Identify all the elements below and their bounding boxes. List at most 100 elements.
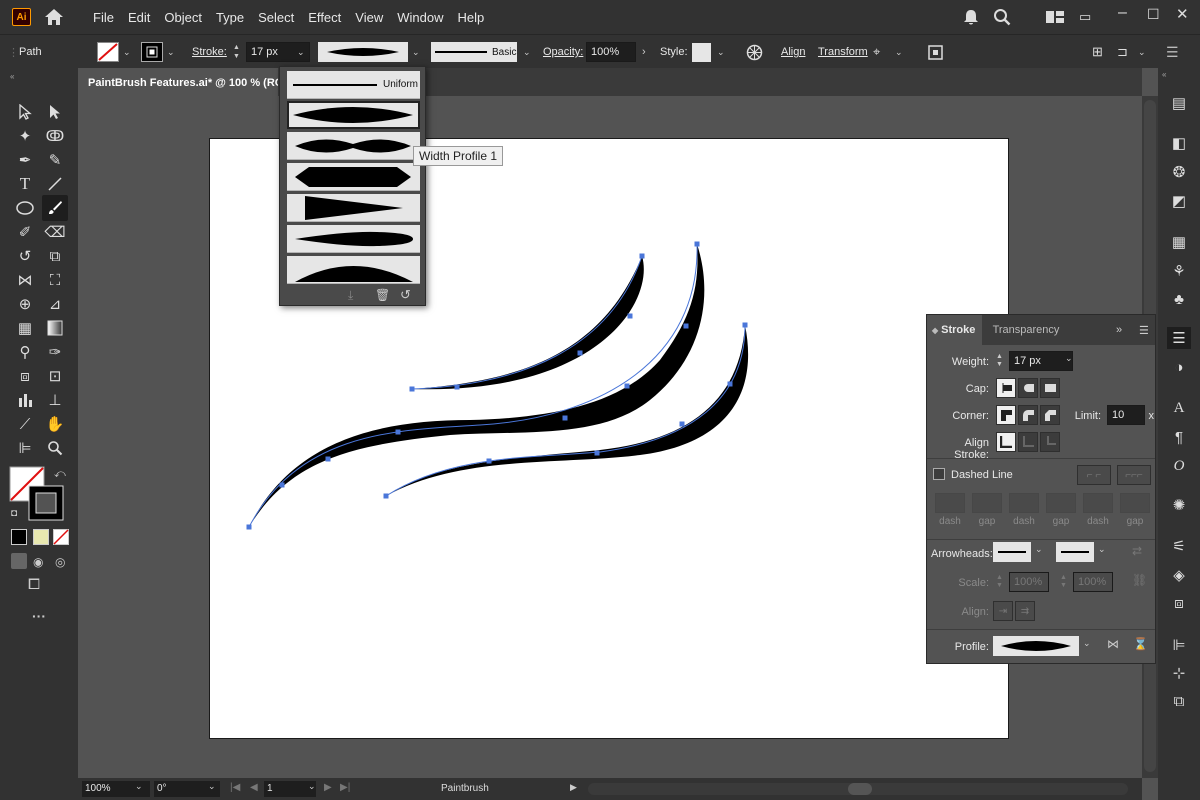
menu-file[interactable]: File [86,10,121,25]
gap-field-2[interactable] [1046,493,1076,513]
stroke-panel-icon[interactable]: ☰ [1167,327,1191,349]
stroke-weight-chevron-icon[interactable]: ⌄ [297,35,305,69]
libraries-panel-icon[interactable]: ▦ [1167,231,1191,253]
align-options-icon[interactable]: ⊞ [1092,35,1103,69]
profile-width-3[interactable] [287,163,420,191]
tab-stroke[interactable]: ◆ Stroke [927,315,982,345]
paintbrush-tool-icon[interactable] [42,195,68,221]
horizontal-scrollbar[interactable] [588,783,1128,795]
paragraph-panel-icon[interactable]: ¶ [1167,426,1191,448]
swatches-panel-icon[interactable]: ◧ [1167,132,1191,154]
butt-cap-icon[interactable] [996,378,1016,398]
type-tool-icon[interactable]: T [14,173,36,195]
last-artboard-icon[interactable]: ▶| [340,782,350,793]
home-icon[interactable] [44,8,64,26]
horizontal-scroll-thumb[interactable] [848,783,872,795]
distribute-icon[interactable]: ⊐ [1117,35,1128,69]
artboard-tool-icon[interactable]: ⊥ [44,389,66,411]
direct-selection-tool-icon[interactable] [44,101,66,123]
dashed-line-checkbox[interactable] [933,468,945,480]
menu-select[interactable]: Select [251,10,301,25]
menu-view[interactable]: View [348,10,390,25]
expand-dock-icon[interactable]: « [1162,70,1166,79]
reset-profiles-icon[interactable]: ↺ [400,287,411,303]
menu-effect[interactable]: Effect [301,10,348,25]
menu-help[interactable]: Help [450,10,491,25]
link-scale-icon[interactable]: ⛓ [1132,573,1147,587]
magic-wand-tool-icon[interactable]: ✦ [14,125,36,147]
miter-join-icon[interactable] [996,405,1016,425]
recolor-artwork-icon[interactable] [746,44,763,61]
bevel-join-icon[interactable] [1040,405,1060,425]
variable-width-profile-dropdown[interactable] [318,42,408,62]
profile-chevron-icon[interactable]: ⌄ [1083,638,1091,649]
scale-tool-icon[interactable]: ⧉ [44,245,66,267]
properties-panel-icon[interactable]: ▤ [1167,92,1191,114]
end-scale-field[interactable]: 100% [1073,572,1113,592]
stroke-dropdown-chevron-icon[interactable]: ⌄ [167,35,175,69]
curvature-tool-icon[interactable]: ✎ [44,149,66,171]
graphic-style-swatch[interactable] [692,42,711,62]
brush-stroke-1[interactable] [412,256,644,390]
stroke-color-icon[interactable] [28,485,64,521]
align-dash-corners-icon[interactable]: ⌐⌐⌐ [1117,465,1151,485]
flip-across-icon[interactable]: ⌛ [1133,637,1148,651]
edit-toolbar-icon[interactable]: ··· [32,608,46,624]
first-artboard-icon[interactable]: |◀ [230,782,240,793]
dash-field-1[interactable] [935,493,965,513]
end-arrowhead-chevron-icon[interactable]: ⌄ [1098,544,1106,555]
brushes-panel-icon[interactable]: ⚘ [1167,260,1191,282]
control-bar-menu-icon[interactable]: ☰ [1166,35,1179,69]
fill-none-swatch-icon[interactable] [97,42,119,62]
profile-width-2[interactable] [287,132,420,160]
notification-bell-icon[interactable] [963,8,979,26]
round-join-icon[interactable] [1018,405,1038,425]
app-logo[interactable]: Ai [12,8,31,26]
profile-width-6[interactable] [287,256,420,284]
rotate-tool-icon[interactable]: ↺ [14,245,36,267]
delete-profile-icon[interactable]: 🗑 [375,288,390,302]
screen-mode-icon[interactable]: ⧠ [28,576,40,593]
zoom-tool-icon[interactable] [44,437,66,459]
workspace-switcher-icon[interactable] [1045,8,1065,26]
draw-normal-icon[interactable] [11,553,27,569]
graphic-styles-panel-icon[interactable]: ⚟ [1167,535,1191,557]
start-scale-field[interactable]: 100% [1009,572,1049,592]
gradient-tool-icon[interactable] [44,317,66,339]
menu-object[interactable]: Object [157,10,209,25]
collapse-tools-icon[interactable]: « [10,72,14,81]
weight-chevron-icon[interactable]: ⌄ [1065,353,1073,364]
stroke-swatch-icon[interactable] [141,42,163,62]
mesh-tool-icon[interactable]: ▦ [14,317,36,339]
search-icon[interactable] [993,8,1011,26]
preserve-dash-icon[interactable]: ⌐ ⌐ [1077,465,1111,485]
profile-width-4[interactable] [287,194,420,222]
draw-behind-icon[interactable]: ◉ [33,555,43,569]
weight-stepper[interactable]: ▲ ▼ [996,353,1003,369]
slice-tool-icon[interactable]: ⟋ [14,413,36,435]
arrange-documents-icon[interactable]: ▭ [1079,9,1091,25]
close-icon[interactable]: ✕ [1176,5,1189,23]
gap-field-1[interactable] [972,493,1002,513]
next-artboard-icon[interactable]: ▶ [324,782,332,793]
previous-artboard-icon[interactable]: ◀ [250,782,258,793]
status-menu-arrow-icon[interactable]: ▶ [570,782,577,793]
profile-width-1[interactable] [287,101,420,129]
default-fill-stroke-icon[interactable]: ◘ [11,508,17,519]
align-stroke-center-icon[interactable] [996,432,1016,452]
eyedropper-alt-tool-icon[interactable]: ⚲ [14,341,36,363]
swap-fill-stroke-icon[interactable]: ⤺ [54,468,66,481]
artboards-panel-icon[interactable]: ⧈ [1167,592,1191,614]
minimize-icon[interactable]: – [1118,4,1127,22]
perspective-grid-tool-icon[interactable]: ⊿ [44,293,66,315]
layers-panel-icon[interactable]: ◈ [1167,564,1191,586]
opacity-field[interactable]: 100% [586,42,636,62]
pen-tool-icon[interactable]: ✒ [14,149,36,171]
menu-type[interactable]: Type [209,10,251,25]
maximize-icon[interactable]: ☐ [1147,6,1160,23]
transform-panel-icon[interactable]: ⊹ [1167,662,1191,684]
none-mode-icon[interactable] [53,529,69,545]
print-tiling-tool-icon[interactable]: ⊫ [14,437,36,459]
transparency-panel-icon[interactable]: ◑ [1167,356,1191,378]
stroke-stepper[interactable]: ▲ ▼ [233,35,240,69]
